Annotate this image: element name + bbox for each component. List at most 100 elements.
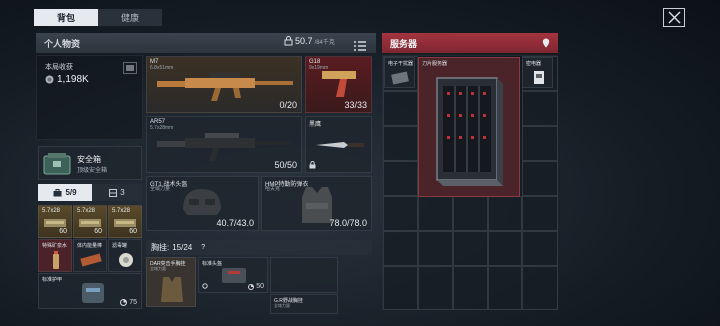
armor-item-count-row: 75 [120,299,137,306]
grid-cell[interactable] [522,231,558,266]
primary-weapon-slot[interactable]: M7 6.8x51mm 0/20 [146,56,302,113]
grid-cell[interactable] [418,266,453,310]
primary-weapon-ammo-count: 0/20 [279,100,297,110]
sidearm-slot[interactable]: G18 9x19mm 33/33 [305,56,372,113]
armor-item-slot[interactable]: 标准护甲 75 [38,273,142,309]
server-item-name: 密电器 [526,61,542,67]
grid-cell[interactable] [383,231,418,266]
armor-sub: 哈夫克 [265,186,281,192]
chest-slot[interactable]: DAR突击手胸挂 全域力量 [146,257,196,307]
grid-cell[interactable] [453,196,488,231]
chest-rig-help-icon[interactable]: ? [201,244,205,251]
grid-cell[interactable] [418,231,453,266]
personal-title: 个人物资 [44,38,81,49]
inventory-tab-backpack[interactable]: 5/9 [38,184,92,201]
item-slot[interactable]: 体内能量棒 [73,239,107,272]
durability-icon [248,283,255,290]
chest-slot-count: 50 [256,283,264,290]
server-item-name: 电子干扰器 [388,61,414,67]
server-panel-header: 服务器 [382,33,558,53]
durability-icon [120,299,128,306]
grid-cell[interactable] [522,161,558,196]
grid-cell[interactable] [383,196,418,231]
chest-slot-sub: 全域力量 [274,303,290,308]
weight-max: /84千克 [314,39,335,46]
grid-cell[interactable] [488,231,522,266]
helmet-case-icon [222,268,246,283]
ammo-name: 5.7x28 [77,208,96,214]
inventory-tab-rig[interactable]: 3 [92,184,142,201]
tab-backpack[interactable]: 背包 [34,9,98,26]
personal-list-button[interactable] [354,38,366,51]
grid-cell[interactable] [383,126,418,161]
list-icon [126,65,134,71]
helmet-sub: 全域力量 [150,186,171,192]
pistol-icon [322,71,356,97]
chest-slot[interactable]: G.R野战胸挂 全域力量 [270,294,338,314]
grid-cell[interactable] [488,196,522,231]
grid-cell[interactable] [383,91,418,126]
item-name: 滤毒罐 [112,243,128,249]
earnings-list-button[interactable] [123,62,137,74]
ammo-count: 60 [59,228,67,235]
ammo-name: 5.7x28 [42,208,61,214]
grid-cell[interactable] [522,91,558,126]
item-slot[interactable]: 特殊矿泉水 [38,239,72,272]
grid-cell[interactable] [418,196,453,231]
weight-value: 50.7 [295,36,313,46]
secondary-weapon-slot[interactable]: AR57 5.7x28mm 50/50 [146,116,302,173]
armor-slot[interactable]: HMP特勤防弹衣 哈夫克 78.0/78.0 [261,176,372,231]
cipher-device-icon [534,71,544,84]
chest-slot[interactable]: 标准头盔 50 [198,257,268,293]
blade-server-icon [436,77,503,186]
sidearm-ammo-count: 33/33 [344,100,367,110]
grid-cell[interactable] [453,231,488,266]
chest-rig-header: 胸挂: 15/24 ? [146,240,372,255]
safebox-slot[interactable]: 安全箱 顶级安全箱 [38,146,142,180]
jammer-icon [391,71,409,85]
safebox-title: 安全箱 [77,155,101,164]
item-name: 体内能量棒 [77,243,103,249]
coin-icon [45,75,54,84]
item-slot[interactable]: 滤毒罐 [108,239,142,272]
server-item-blade[interactable]: 刀片服务器 [418,57,520,197]
item-name: 标准护甲 [42,277,63,283]
grid-cell[interactable] [488,266,522,310]
ammo-slot[interactable]: 5.7x28 60 [38,205,72,238]
chest-slot[interactable] [270,257,338,293]
melee-name: 黑鹰 [309,122,322,128]
armor-durability: 78.0/78.0 [329,218,367,228]
earnings-value-row: 1,198K [45,74,89,85]
server-item-name: 刀片服务器 [422,61,448,67]
ammo-slot[interactable]: 5.7x28 60 [108,205,142,238]
grid-cell[interactable] [453,266,488,310]
safebox-icon [43,153,71,175]
tab-health[interactable]: 健康 [98,9,162,26]
rig-icon [109,188,118,197]
chest-rig-label: 胸挂: [151,243,170,252]
grid-cell[interactable] [522,196,558,231]
grid-cell[interactable] [383,266,418,310]
helmet-slot[interactable]: GT1 战术头盔 全域力量 40.7/43.0 [146,176,259,231]
link-icon [202,283,208,289]
server-item-cipher[interactable]: 密电器 [522,57,553,88]
grid-cell[interactable] [522,266,558,310]
melee-slot[interactable]: 黑鹰 [305,116,372,173]
item-name: 特殊矿泉水 [42,243,68,249]
energy-bar-icon [80,253,102,267]
server-item-jammer[interactable]: 电子干扰器 [384,57,415,88]
close-button[interactable] [663,8,685,27]
weight-indicator: 50.7/84千克 [284,36,335,46]
water-bottle-icon [53,251,59,269]
grid-cell[interactable] [383,161,418,196]
earnings-value: 1,198K [57,74,89,85]
ammo-slot[interactable]: 5.7x28 60 [73,205,107,238]
grid-cell[interactable] [522,126,558,161]
chest-rig-value: 15/24 [172,243,193,252]
server-title: 服务器 [390,38,418,49]
armor-plate-icon [82,283,104,303]
list-icon [354,41,366,51]
filter-canister-icon [119,253,133,267]
server-info-button[interactable] [540,37,552,49]
inventory-tab-rig-count: 3 [120,188,125,197]
